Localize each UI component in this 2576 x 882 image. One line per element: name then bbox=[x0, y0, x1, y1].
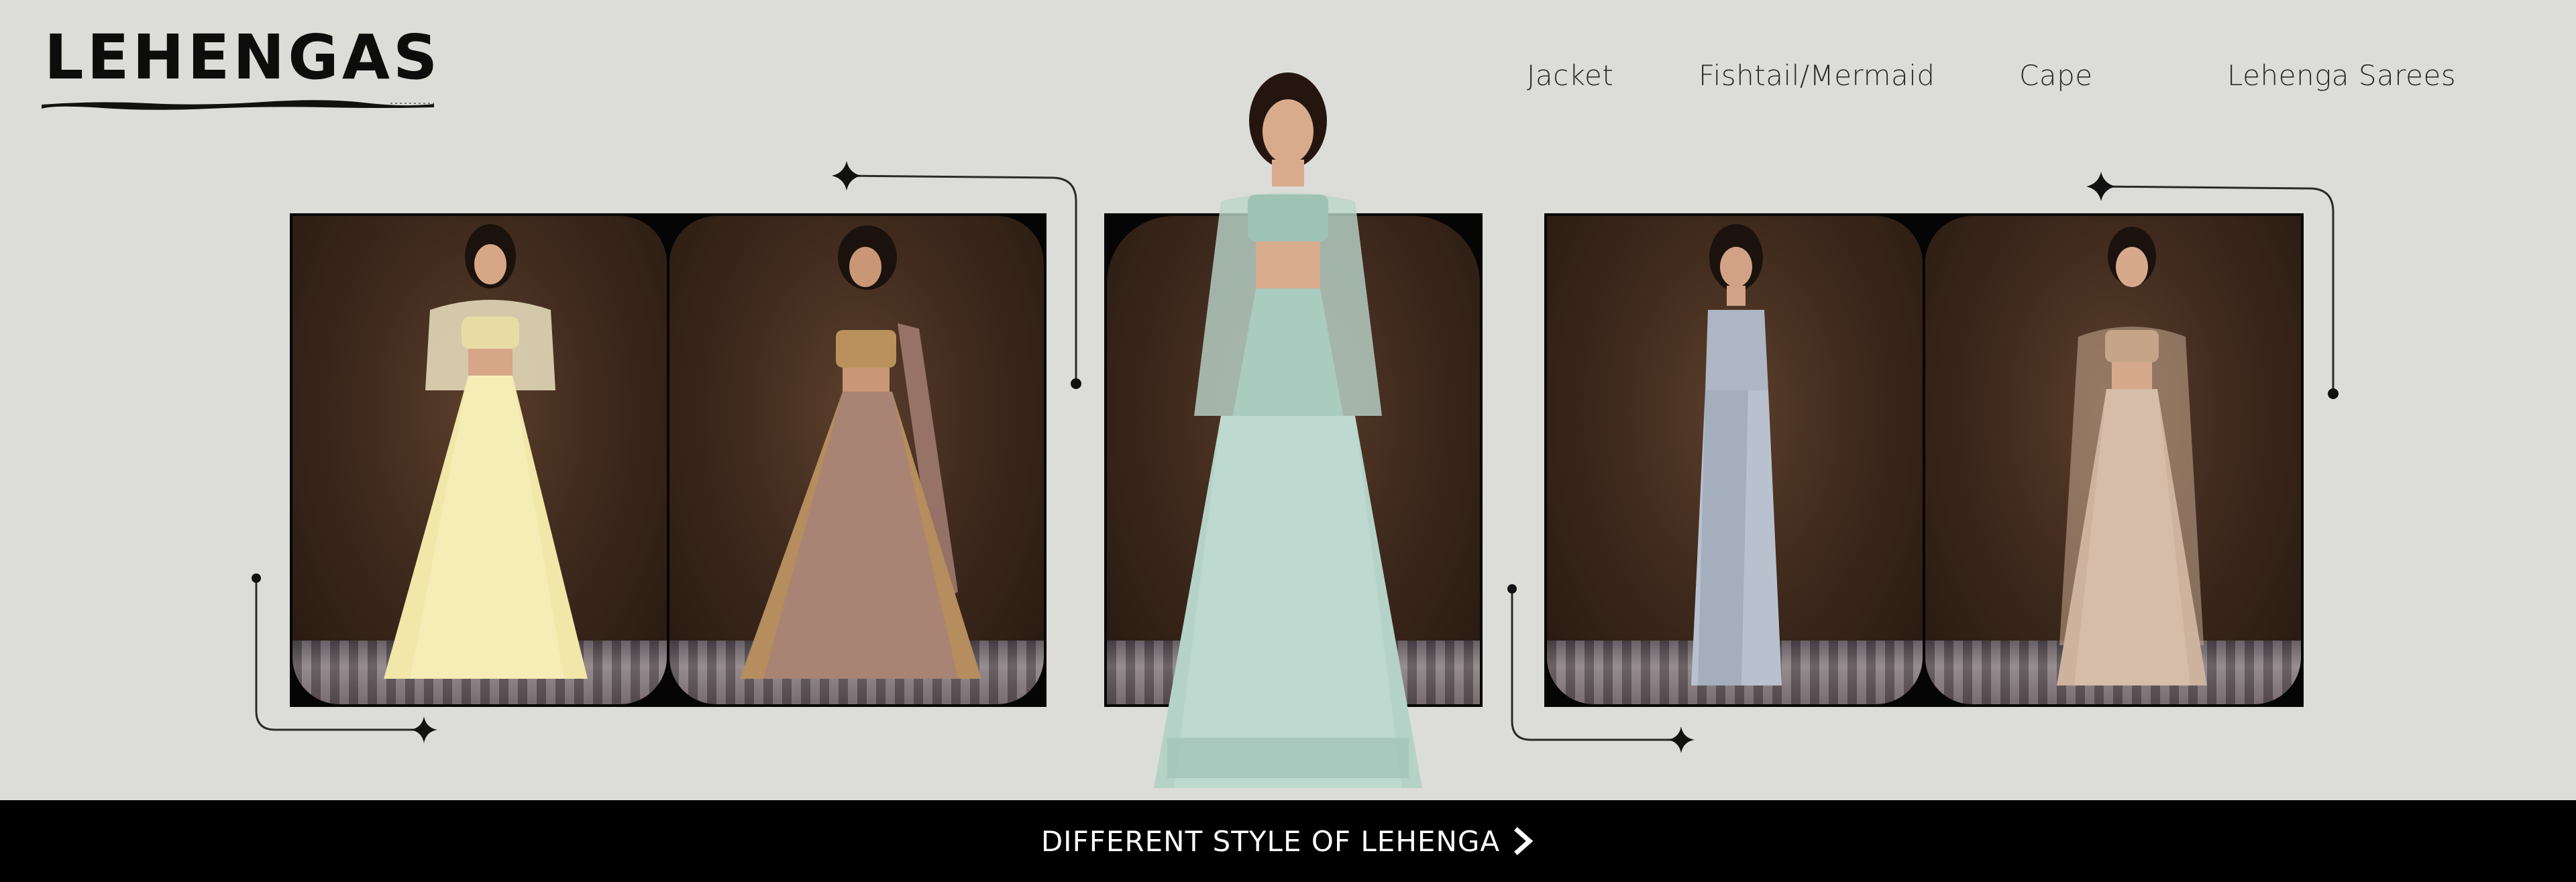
styles-banner-button[interactable]: DIFFERENT STYLE OF LEHENGA bbox=[0, 800, 2576, 882]
model-yellow-lehenga bbox=[384, 224, 588, 679]
banner-label: DIFFERENT STYLE OF LEHENGA bbox=[1040, 824, 1501, 858]
brand-logo[interactable]: LEHENGAS bbox=[44, 27, 441, 89]
jacket-lehenga-photo[interactable] bbox=[292, 216, 667, 704]
cape-lehenga-photo[interactable] bbox=[1925, 216, 2301, 704]
chevron-right-icon bbox=[1514, 827, 1534, 855]
model-silver-lehenga bbox=[1691, 224, 1782, 685]
nav-link-cape[interactable]: Cape bbox=[2019, 59, 2093, 92]
nav-link-lehenga-sarees[interactable]: Lehenga Sarees bbox=[2227, 59, 2456, 92]
mermaid-lehenga-photo[interactable] bbox=[1547, 216, 1923, 704]
nav-link-jacket[interactable]: Jacket bbox=[1527, 59, 1613, 92]
printed-lehenga-photo[interactable] bbox=[669, 216, 1044, 704]
sparkle-icon bbox=[832, 161, 861, 190]
brush-underline bbox=[42, 100, 434, 110]
model-champagne-lehenga bbox=[2057, 227, 2207, 685]
nav-link-fishtail-mermaid[interactable]: Fishtail/Mermaid bbox=[1699, 59, 1935, 92]
sparkle-icon bbox=[2086, 172, 2116, 201]
sparkle-icon bbox=[1668, 726, 1695, 753]
model-gold-lehenga bbox=[740, 225, 981, 679]
featured-lehenga-photo[interactable] bbox=[1140, 67, 1436, 798]
sparkle-icon bbox=[411, 716, 437, 743]
